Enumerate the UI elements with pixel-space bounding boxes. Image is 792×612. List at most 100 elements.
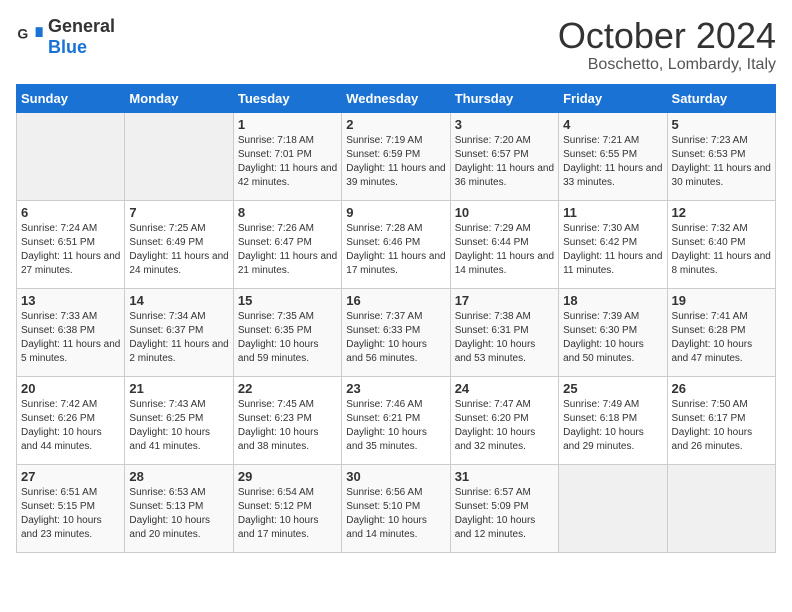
calendar-cell: 9 Sunrise: 7:28 AMSunset: 6:46 PMDaylight… [342, 200, 450, 288]
calendar-cell: 18 Sunrise: 7:39 AMSunset: 6:30 PMDayligh… [559, 288, 667, 376]
calendar-week-row: 6 Sunrise: 7:24 AMSunset: 6:51 PMDaylight… [17, 200, 776, 288]
month-title: October 2024 [558, 16, 776, 56]
weekday-header: Tuesday [233, 84, 341, 112]
day-info: Sunrise: 7:42 AMSunset: 6:26 PMDaylight:… [21, 398, 120, 454]
calendar-week-row: 1Sunrise: 7:18 AMSunset: 7:01 PMDaylight… [17, 112, 776, 200]
calendar-cell: 16 Sunrise: 7:37 AMSunset: 6:33 PMDayligh… [342, 288, 450, 376]
day-number: 18 [563, 293, 662, 308]
day-info: Sunrise: 7:35 AMSunset: 6:35 PMDaylight:… [238, 310, 337, 366]
calendar-week-row: 27 Sunrise: 6:51 AMSunset: 5:15 PMDayligh… [17, 464, 776, 552]
calendar-cell: 25 Sunrise: 7:49 AMSunset: 6:18 PMDayligh… [559, 376, 667, 464]
day-info: Sunrise: 7:20 AMSunset: 6:57 PMDaylight:… [455, 134, 554, 190]
day-number: 25 [563, 381, 662, 396]
weekday-header: Friday [559, 84, 667, 112]
day-number: 7 [129, 205, 228, 220]
calendar-cell: 3 Sunrise: 7:20 AMSunset: 6:57 PMDaylight… [450, 112, 558, 200]
day-info: Sunrise: 7:45 AMSunset: 6:23 PMDaylight:… [238, 398, 337, 454]
calendar-cell [667, 464, 775, 552]
day-number: 13 [21, 293, 120, 308]
calendar-cell: 20 Sunrise: 7:42 AMSunset: 6:26 PMDayligh… [17, 376, 125, 464]
calendar-week-row: 20 Sunrise: 7:42 AMSunset: 6:26 PMDayligh… [17, 376, 776, 464]
calendar-cell: 22 Sunrise: 7:45 AMSunset: 6:23 PMDayligh… [233, 376, 341, 464]
calendar-cell: 17Sunrise: 7:38 AMSunset: 6:31 PMDayligh… [450, 288, 558, 376]
day-info: Sunrise: 7:33 AMSunset: 6:38 PMDaylight:… [21, 310, 120, 366]
day-number: 15 [238, 293, 337, 308]
day-number: 22 [238, 381, 337, 396]
logo: G General Blue [16, 16, 115, 58]
day-number: 1 [238, 117, 337, 132]
weekday-header: Sunday [17, 84, 125, 112]
day-number: 8 [238, 205, 337, 220]
day-number: 28 [129, 469, 228, 484]
calendar-cell: 15 Sunrise: 7:35 AMSunset: 6:35 PMDayligh… [233, 288, 341, 376]
calendar-cell: 14 Sunrise: 7:34 AMSunset: 6:37 PMDayligh… [125, 288, 233, 376]
day-info: Sunrise: 6:56 AMSunset: 5:10 PMDaylight:… [346, 486, 445, 542]
day-number: 6 [21, 205, 120, 220]
day-number: 30 [346, 469, 445, 484]
day-number: 2 [346, 117, 445, 132]
calendar-cell: 1Sunrise: 7:18 AMSunset: 7:01 PMDaylight… [233, 112, 341, 200]
day-number: 10 [455, 205, 554, 220]
day-info: Sunrise: 7:24 AMSunset: 6:51 PMDaylight:… [21, 222, 120, 278]
day-number: 16 [346, 293, 445, 308]
day-number: 4 [563, 117, 662, 132]
calendar-cell: 23Sunrise: 7:46 AMSunset: 6:21 PMDayligh… [342, 376, 450, 464]
day-number: 9 [346, 205, 445, 220]
logo-icon: G [16, 23, 44, 51]
day-number: 5 [672, 117, 771, 132]
day-info: Sunrise: 7:47 AMSunset: 6:20 PMDaylight:… [455, 398, 554, 454]
day-number: 20 [21, 381, 120, 396]
day-info: Sunrise: 7:43 AMSunset: 6:25 PMDaylight:… [129, 398, 228, 454]
day-info: Sunrise: 7:26 AMSunset: 6:47 PMDaylight:… [238, 222, 337, 278]
logo-general: General [48, 16, 115, 36]
day-info: Sunrise: 7:28 AMSunset: 6:46 PMDaylight:… [346, 222, 445, 278]
weekday-header: Wednesday [342, 84, 450, 112]
day-info: Sunrise: 7:23 AMSunset: 6:53 PMDaylight:… [672, 134, 771, 190]
day-info: Sunrise: 7:39 AMSunset: 6:30 PMDaylight:… [563, 310, 662, 366]
day-info: Sunrise: 7:41 AMSunset: 6:28 PMDaylight:… [672, 310, 771, 366]
weekday-header: Monday [125, 84, 233, 112]
page-header: G General Blue October 2024 Boschetto, L… [16, 16, 776, 74]
day-info: Sunrise: 7:38 AMSunset: 6:31 PMDaylight:… [455, 310, 554, 366]
calendar-cell [125, 112, 233, 200]
calendar-cell: 7 Sunrise: 7:25 AMSunset: 6:49 PMDaylight… [125, 200, 233, 288]
day-number: 21 [129, 381, 228, 396]
calendar-cell: 21 Sunrise: 7:43 AMSunset: 6:25 PMDayligh… [125, 376, 233, 464]
weekday-header-row: SundayMondayTuesdayWednesdayThursdayFrid… [17, 84, 776, 112]
day-number: 19 [672, 293, 771, 308]
day-number: 14 [129, 293, 228, 308]
calendar-cell: 5 Sunrise: 7:23 AMSunset: 6:53 PMDaylight… [667, 112, 775, 200]
day-number: 26 [672, 381, 771, 396]
day-info: Sunrise: 7:25 AMSunset: 6:49 PMDaylight:… [129, 222, 228, 278]
calendar-cell: 30 Sunrise: 6:56 AMSunset: 5:10 PMDayligh… [342, 464, 450, 552]
day-info: Sunrise: 7:37 AMSunset: 6:33 PMDaylight:… [346, 310, 445, 366]
day-number: 31 [455, 469, 554, 484]
day-info: Sunrise: 7:19 AMSunset: 6:59 PMDaylight:… [346, 134, 445, 190]
day-info: Sunrise: 7:50 AMSunset: 6:17 PMDaylight:… [672, 398, 771, 454]
calendar-cell [559, 464, 667, 552]
day-info: Sunrise: 7:34 AMSunset: 6:37 PMDaylight:… [129, 310, 228, 366]
title-block: October 2024 Boschetto, Lombardy, Italy [558, 16, 776, 74]
calendar-cell: 26 Sunrise: 7:50 AMSunset: 6:17 PMDayligh… [667, 376, 775, 464]
day-number: 11 [563, 205, 662, 220]
calendar-cell: 8 Sunrise: 7:26 AMSunset: 6:47 PMDaylight… [233, 200, 341, 288]
location-title: Boschetto, Lombardy, Italy [558, 56, 776, 74]
day-number: 3 [455, 117, 554, 132]
day-info: Sunrise: 7:49 AMSunset: 6:18 PMDaylight:… [563, 398, 662, 454]
weekday-header: Thursday [450, 84, 558, 112]
calendar-cell: 4Sunrise: 7:21 AMSunset: 6:55 PMDaylight… [559, 112, 667, 200]
day-info: Sunrise: 7:30 AMSunset: 6:42 PMDaylight:… [563, 222, 662, 278]
day-info: Sunrise: 6:54 AMSunset: 5:12 PMDaylight:… [238, 486, 337, 542]
calendar-cell: 28Sunrise: 6:53 AMSunset: 5:13 PMDayligh… [125, 464, 233, 552]
calendar-cell: 27 Sunrise: 6:51 AMSunset: 5:15 PMDayligh… [17, 464, 125, 552]
day-number: 27 [21, 469, 120, 484]
calendar-cell [17, 112, 125, 200]
calendar-cell: 13 Sunrise: 7:33 AMSunset: 6:38 PMDayligh… [17, 288, 125, 376]
calendar-week-row: 13 Sunrise: 7:33 AMSunset: 6:38 PMDayligh… [17, 288, 776, 376]
calendar-cell: 2 Sunrise: 7:19 AMSunset: 6:59 PMDaylight… [342, 112, 450, 200]
day-info: Sunrise: 6:51 AMSunset: 5:15 PMDaylight:… [21, 486, 120, 542]
logo-blue: Blue [48, 37, 87, 57]
calendar-cell: 19 Sunrise: 7:41 AMSunset: 6:28 PMDayligh… [667, 288, 775, 376]
day-number: 24 [455, 381, 554, 396]
day-info: Sunrise: 7:29 AMSunset: 6:44 PMDaylight:… [455, 222, 554, 278]
